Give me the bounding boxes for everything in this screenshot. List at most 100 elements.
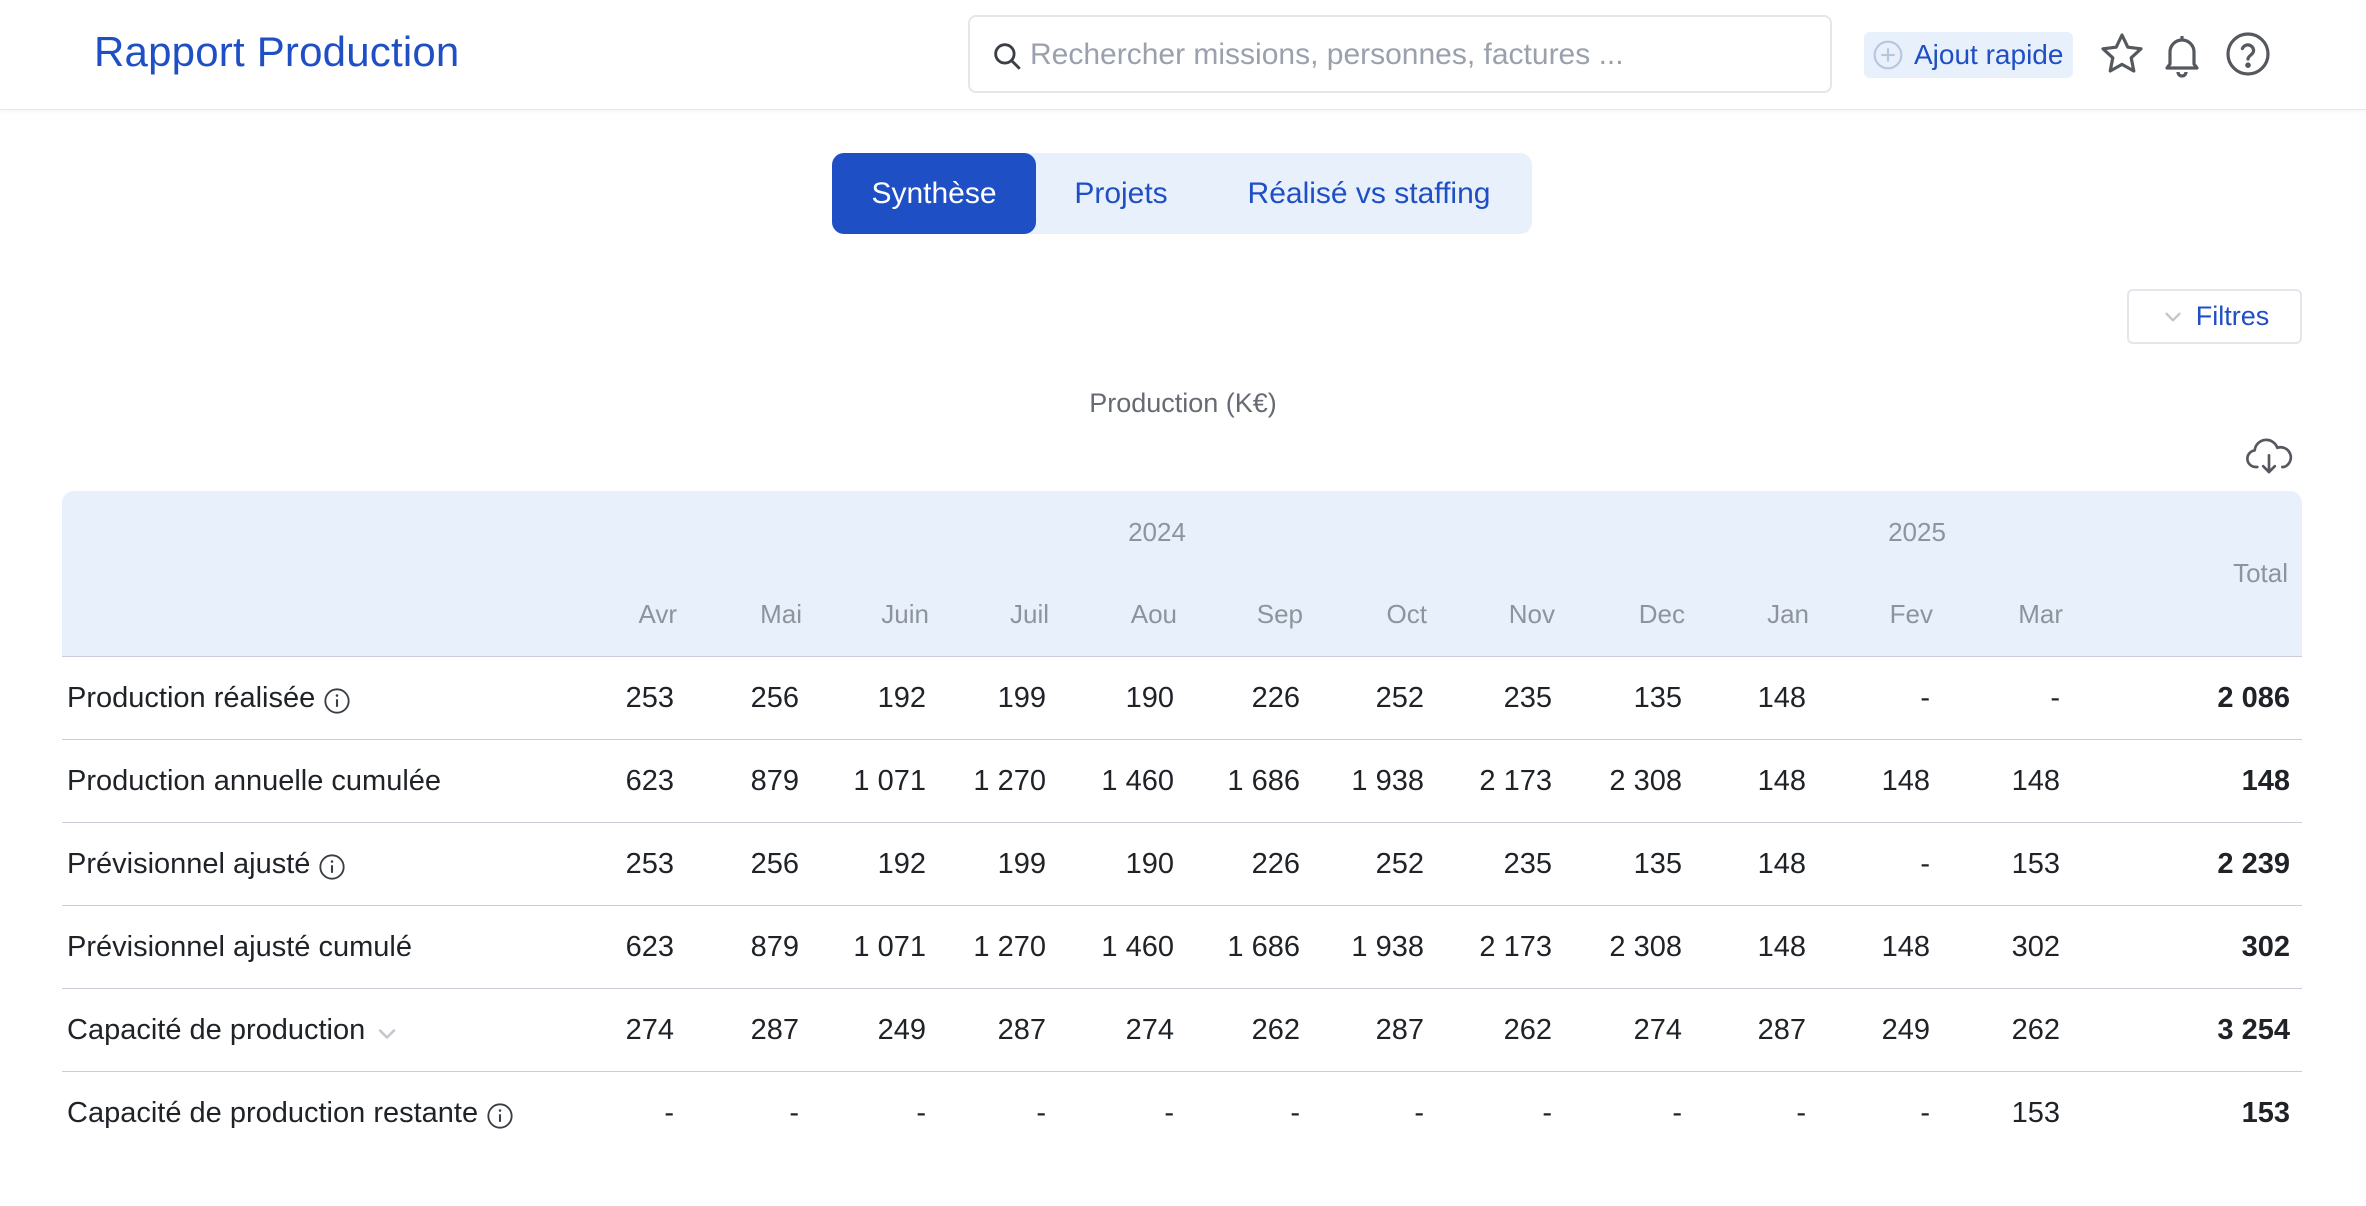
table-cell: 148	[1757, 931, 1806, 963]
row-label-text: Production annuelle cumulée	[67, 765, 442, 797]
table-cell: 226	[1251, 682, 1300, 714]
quick-add-button[interactable]: Ajout rapide	[1864, 32, 2074, 78]
row-label-text: Capacité de production	[67, 1014, 366, 1046]
table-cell: 287	[750, 1014, 799, 1046]
table-cell: 252	[1375, 848, 1424, 880]
month-header: Jan	[1767, 599, 1809, 629]
month-header: Juil	[1009, 599, 1049, 629]
table-cell: 148	[2011, 765, 2060, 797]
table-cell: 153	[2011, 1097, 2060, 1129]
search-input[interactable]	[1030, 27, 1810, 83]
total-cell: 2 086	[2217, 682, 2290, 714]
table-cell: 623	[625, 931, 674, 963]
info-icon[interactable]	[323, 687, 351, 715]
table-row: Prévisionnel ajusté cumulé 623 879 1 071 1 2…	[62, 906, 2302, 989]
table-cell: 256	[750, 682, 799, 714]
month-header: Juin	[881, 599, 929, 629]
row-label-text: Production réalisée	[67, 682, 316, 714]
table-cell: -	[2050, 682, 2060, 714]
filters-label: Filtres	[2195, 301, 2270, 331]
month-header: Mar	[2018, 599, 2063, 629]
help-icon[interactable]	[2224, 30, 2272, 78]
month-header: Dec	[1638, 599, 1685, 629]
info-icon[interactable]	[318, 853, 346, 881]
star-icon[interactable]	[2098, 30, 2146, 78]
table-cell: 226	[1251, 848, 1300, 880]
total-header: Total	[2233, 558, 2288, 588]
cloud-download-icon[interactable]	[2244, 436, 2294, 478]
table-cell: 879	[750, 765, 799, 797]
table-cell: -	[1920, 682, 1930, 714]
table-cell: -	[1920, 848, 1930, 880]
table-row: Prévisionnel ajusté 253 256 192 199 190 226 252…	[62, 823, 2302, 906]
production-table: 2024 2025 Avr Mai Juin Juil Aou Sep Oct Nov Dec Jan…	[62, 491, 2302, 1155]
table-cell: 287	[1375, 1014, 1424, 1046]
tab-projets[interactable]: Projets	[1036, 153, 1206, 234]
table-cell: 235	[1503, 848, 1552, 880]
table-cell: -	[1290, 1097, 1300, 1129]
month-header: Nov	[1508, 599, 1555, 629]
table-cell: 252	[1375, 682, 1424, 714]
table-cell: -	[1164, 1097, 1174, 1129]
page-title: Rapport Production	[94, 28, 460, 75]
table-cell: 2 308	[1609, 931, 1682, 963]
table-cell: 1 938	[1351, 931, 1424, 963]
month-header: Mai	[760, 599, 802, 629]
table-cell: -	[1672, 1097, 1682, 1129]
table-cell: 249	[877, 1014, 926, 1046]
info-icon[interactable]	[486, 1102, 514, 1130]
table-cell: 1 270	[973, 765, 1046, 797]
table-cell: 1 460	[1101, 931, 1174, 963]
row-label-text: Capacité de production restante	[67, 1097, 479, 1129]
tab-synthese[interactable]: Synthèse	[832, 153, 1036, 234]
table-cell: 235	[1503, 682, 1552, 714]
table-cell: -	[789, 1097, 799, 1129]
month-header: Fev	[1889, 599, 1933, 629]
table-cell: 148	[1757, 848, 1806, 880]
table-row: Capacité de production 274 287 249 287 274 262…	[62, 989, 2302, 1072]
table-cell: 287	[997, 1014, 1046, 1046]
table-cell: -	[1920, 1097, 1930, 1129]
table-cell: 148	[1881, 931, 1930, 963]
total-cell: 148	[2241, 765, 2290, 797]
table-cell: 2 173	[1479, 931, 1552, 963]
table-cell: -	[664, 1097, 674, 1129]
table-cell: -	[1414, 1097, 1424, 1129]
table-cell: 148	[1881, 765, 1930, 797]
quick-add-label: Ajout rapide	[1914, 39, 2064, 70]
table-cell: 1 460	[1101, 765, 1174, 797]
row-label: Production réalisée	[67, 657, 351, 740]
table-row: Production réalisée 253 256 192 199 190 226 252…	[62, 657, 2302, 740]
table-row: Production annuelle cumulée 623 879 1 071 1 …	[62, 740, 2302, 823]
row-label: Prévisionnel ajusté cumulé	[67, 906, 412, 989]
row-label: Production annuelle cumulée	[67, 740, 441, 823]
month-header: Aou	[1130, 599, 1177, 629]
table-row: Capacité de production restante - - - - - - - - -…	[62, 1072, 2302, 1155]
search-box[interactable]	[968, 15, 1832, 93]
table-cell: -	[1796, 1097, 1806, 1129]
table-cell: 287	[1757, 1014, 1806, 1046]
row-label: Capacité de production	[67, 989, 401, 1072]
table-cell: -	[1542, 1097, 1552, 1129]
table-cell: 199	[997, 848, 1046, 880]
table-cell: 253	[625, 848, 674, 880]
row-label-text: Prévisionnel ajusté	[67, 848, 311, 880]
year-header: 2024	[1128, 517, 1186, 547]
table-cell: 256	[750, 848, 799, 880]
table-cell: 1 686	[1227, 931, 1300, 963]
table-cell: 274	[625, 1014, 674, 1046]
table-cell: 302	[2011, 931, 2060, 963]
table-cell: 135	[1633, 682, 1682, 714]
search-icon	[994, 43, 1021, 70]
table-cell: 262	[1251, 1014, 1300, 1046]
filters-button[interactable]: Filtres	[2127, 289, 2302, 344]
view-tabs: Synthèse Projets Réalisé vs staffing	[832, 153, 1532, 234]
table-cell: 1 071	[853, 765, 926, 797]
chevron-down-icon[interactable]	[373, 1020, 401, 1048]
table-cell: 2 308	[1609, 765, 1682, 797]
bell-icon[interactable]	[2158, 30, 2206, 78]
table-cell: 879	[750, 931, 799, 963]
tab-realise-vs-staffing[interactable]: Réalisé vs staffing	[1206, 153, 1532, 234]
table-cell: 148	[1757, 765, 1806, 797]
month-header: Oct	[1386, 599, 1427, 629]
